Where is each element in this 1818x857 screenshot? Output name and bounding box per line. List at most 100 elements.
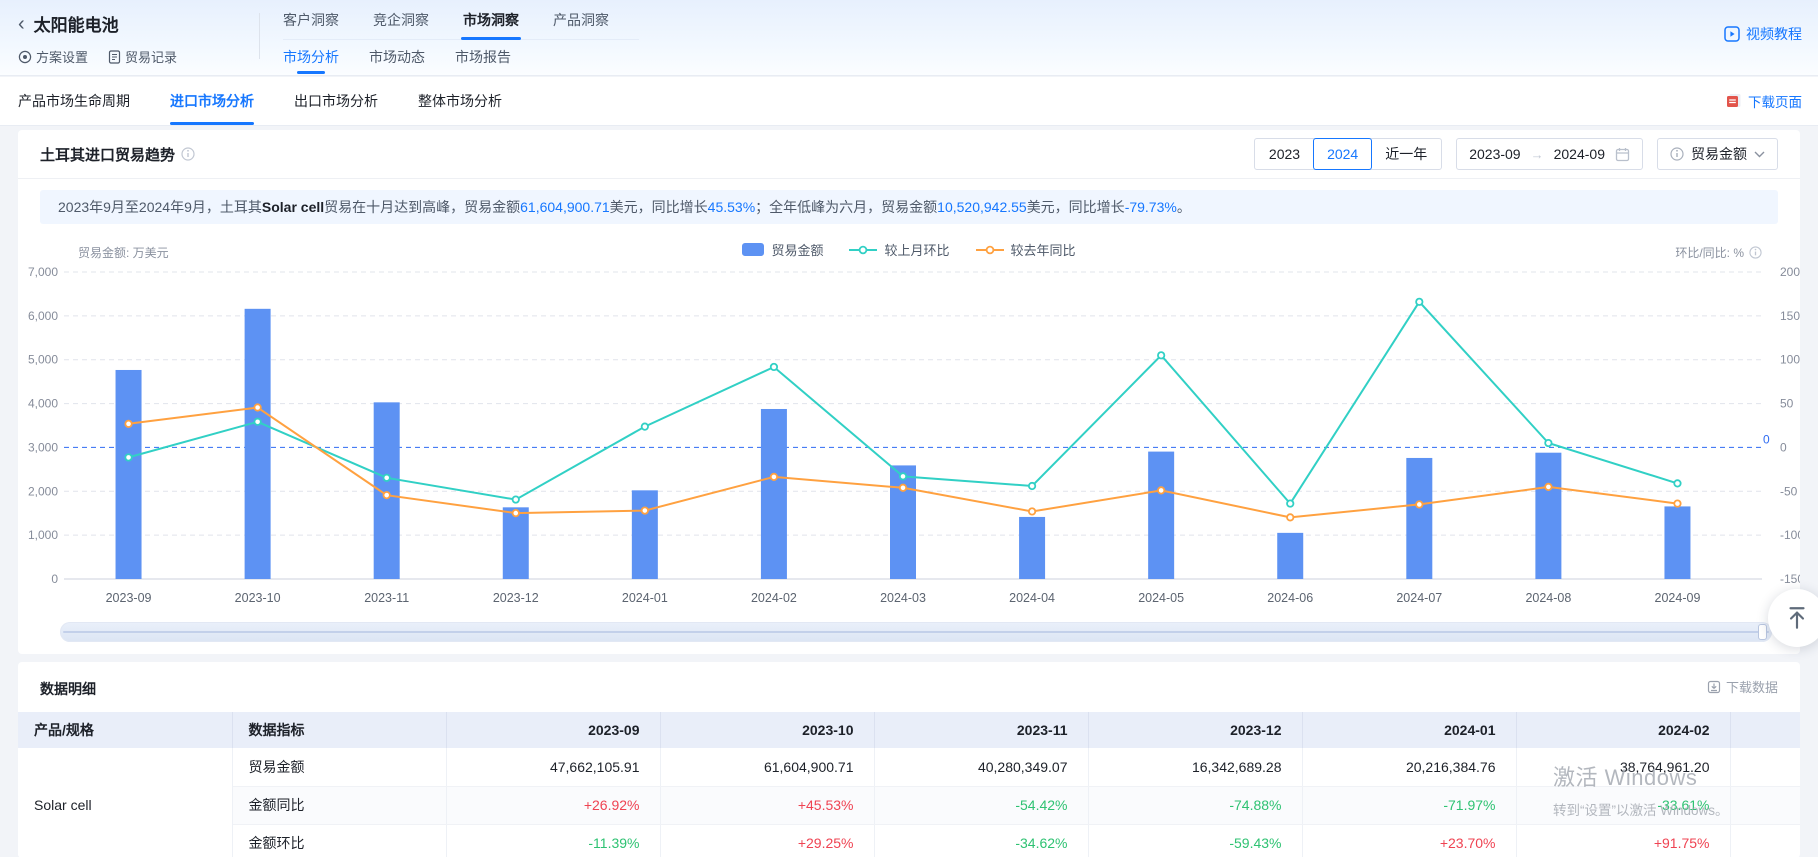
scheme-settings-link[interactable]: 方案设置 xyxy=(18,47,88,66)
chart-title: 土耳其进口贸易趋势 xyxy=(40,130,195,178)
point-较去年同比-2024-04[interactable] xyxy=(1029,508,1035,514)
bar-2024-07[interactable] xyxy=(1406,458,1432,579)
value-cell: 61,604,900.71 xyxy=(660,748,874,786)
tab-customer-insight[interactable]: 客户洞察 xyxy=(283,10,339,30)
metric-select[interactable]: 贸易金额 xyxy=(1657,138,1778,170)
point-较上月环比-2024-07[interactable] xyxy=(1416,299,1422,305)
point-较上月环比-2023-11[interactable] xyxy=(383,475,389,481)
chart-data-zoom-scrollbar[interactable] xyxy=(60,622,1772,642)
bar-2023-09[interactable] xyxy=(116,370,142,579)
column-header-metric: 数据指标 xyxy=(232,712,446,748)
bar-2023-10[interactable] xyxy=(245,309,271,579)
date-range-picker[interactable]: 2023-09 → 2024-09 xyxy=(1456,138,1643,170)
point-较上月环比-2024-03[interactable] xyxy=(900,473,906,479)
point-较去年同比-2024-08[interactable] xyxy=(1545,484,1551,490)
point-较上月环比-2023-10[interactable] xyxy=(254,419,260,425)
point-较上月环比-2024-06[interactable] xyxy=(1287,500,1293,506)
summary-text-segment: 美元，同比增长 xyxy=(1027,197,1125,217)
page-title: 太阳能电池 xyxy=(34,11,119,36)
year-button-2023[interactable]: 2023 xyxy=(1255,139,1314,169)
legend-item-mom[interactable]: 较上月环比 xyxy=(849,240,949,259)
tab-competitor-insight[interactable]: 竞企洞察 xyxy=(373,10,429,30)
product-cell: Solar cell xyxy=(18,748,232,857)
download-icon xyxy=(1707,680,1721,694)
tab-market-insight[interactable]: 市场洞察 xyxy=(463,10,519,30)
scrollbar-handle[interactable] xyxy=(1758,624,1767,640)
back-to-top-button[interactable] xyxy=(1768,589,1818,647)
value-cell: -54.42% xyxy=(874,786,1088,824)
point-较去年同比-2024-02[interactable] xyxy=(771,474,777,480)
download-page-link[interactable]: 下载页面 xyxy=(1726,77,1802,125)
column-header-2024-02: 2024-02 xyxy=(1516,712,1730,748)
back-button[interactable]: ‹ xyxy=(18,15,25,33)
bar-2024-01[interactable] xyxy=(632,490,658,579)
summary-text-segment: ；全年低峰为六月，贸易金额 xyxy=(755,197,937,217)
date-to-value[interactable]: 2024-09 xyxy=(1554,146,1605,162)
point-较去年同比-2024-06[interactable] xyxy=(1287,514,1293,520)
legend-item-yoy[interactable]: 较去年同比 xyxy=(976,240,1076,259)
point-较上月环比-2023-09[interactable] xyxy=(125,454,131,460)
value-cell: 16,342,689.28 xyxy=(1088,748,1302,786)
nav-item-product-lifecycle[interactable]: 产品市场生命周期 xyxy=(18,77,130,125)
point-较去年同比-2023-12[interactable] xyxy=(513,510,519,516)
bar-2023-11[interactable] xyxy=(374,402,400,579)
bar-2024-08[interactable] xyxy=(1535,453,1561,579)
metric-select-value: 贸易金额 xyxy=(1691,144,1747,164)
trade-records-link[interactable]: 贸易记录 xyxy=(108,47,177,66)
date-from-value[interactable]: 2023-09 xyxy=(1469,146,1520,162)
value-cell: -71.97% xyxy=(1302,786,1516,824)
bar-2024-02[interactable] xyxy=(761,409,787,579)
legend-item-trade-amount[interactable]: 贸易金额 xyxy=(742,240,823,259)
left-axis-tick: 4,000 xyxy=(28,397,58,411)
metric-label-cell: 金额环比 xyxy=(232,824,446,857)
bar-2024-03[interactable] xyxy=(890,465,916,579)
video-tutorial-link[interactable]: 视频教程 xyxy=(1724,24,1802,44)
point-较去年同比-2024-09[interactable] xyxy=(1674,500,1680,506)
year-button-recent-year[interactable]: 近一年 xyxy=(1371,139,1441,169)
summary-text-segment: 61,604,900.71 xyxy=(520,199,610,215)
nav-item-export-market-analysis[interactable]: 出口市场分析 xyxy=(294,77,378,125)
summary-banner: 2023年9月至2024年9月，土耳其Solar cell贸易在十月达到高峰，贸… xyxy=(40,190,1778,224)
point-较去年同比-2024-01[interactable] xyxy=(642,507,648,513)
bar-2024-09[interactable] xyxy=(1664,506,1690,579)
table-title: 数据明细 xyxy=(40,679,96,699)
point-较上月环比-2023-12[interactable] xyxy=(513,496,519,502)
point-较上月环比-2024-04[interactable] xyxy=(1029,483,1035,489)
bar-2024-05[interactable] xyxy=(1148,452,1174,579)
point-较上月环比-2024-09[interactable] xyxy=(1674,480,1680,486)
legend-label: 较去年同比 xyxy=(1011,240,1076,259)
legend-label: 贸易金额 xyxy=(771,240,823,259)
point-较去年同比-2024-07[interactable] xyxy=(1416,501,1422,507)
subtab-market-dynamics[interactable]: 市场动态 xyxy=(369,47,425,67)
point-较去年同比-2024-05[interactable] xyxy=(1158,487,1164,493)
point-较去年同比-2023-11[interactable] xyxy=(383,492,389,498)
summary-text-segment: 45.53% xyxy=(708,199,755,215)
nav-item-overall-market-analysis[interactable]: 整体市场分析 xyxy=(418,77,502,125)
download-data-label: 下载数据 xyxy=(1726,677,1778,696)
summary-text-segment: 美元，同比增长 xyxy=(610,197,708,217)
download-data-button[interactable]: 下载数据 xyxy=(1707,677,1778,696)
header-divider xyxy=(259,13,260,59)
right-axis-tick: 200 xyxy=(1780,265,1800,279)
bar-2024-04[interactable] xyxy=(1019,517,1045,579)
point-较去年同比-2024-03[interactable] xyxy=(900,485,906,491)
point-较去年同比-2023-10[interactable] xyxy=(254,404,260,410)
bar-2024-06[interactable] xyxy=(1277,533,1303,579)
tab-product-insight[interactable]: 产品洞察 xyxy=(553,10,609,30)
arrow-to-top-icon xyxy=(1784,605,1810,631)
point-较去年同比-2023-09[interactable] xyxy=(125,421,131,427)
point-较上月环比-2024-01[interactable] xyxy=(642,423,648,429)
page: ‹ 太阳能电池 方案设置 贸易记录 客户洞察 竞企洞察 市场洞察 产品洞察 市场分析 市… xyxy=(0,0,1818,857)
subtab-market-analysis[interactable]: 市场分析 xyxy=(283,47,339,67)
column-header-2023-09: 2023-09 xyxy=(446,712,660,748)
value-cell: -11.39% xyxy=(446,824,660,857)
chart-controls: 20232024近一年 2023-09 → 2024-09 贸易金额 xyxy=(1254,138,1778,170)
play-video-icon xyxy=(1724,26,1740,42)
bar-2023-12[interactable] xyxy=(503,507,529,579)
point-较上月环比-2024-02[interactable] xyxy=(771,364,777,370)
nav-item-import-market-analysis[interactable]: 进口市场分析 xyxy=(170,77,254,125)
point-较上月环比-2024-05[interactable] xyxy=(1158,352,1164,358)
point-较上月环比-2024-08[interactable] xyxy=(1545,440,1551,446)
year-button-2024[interactable]: 2024 xyxy=(1313,138,1372,170)
subtab-market-report[interactable]: 市场报告 xyxy=(455,47,511,67)
